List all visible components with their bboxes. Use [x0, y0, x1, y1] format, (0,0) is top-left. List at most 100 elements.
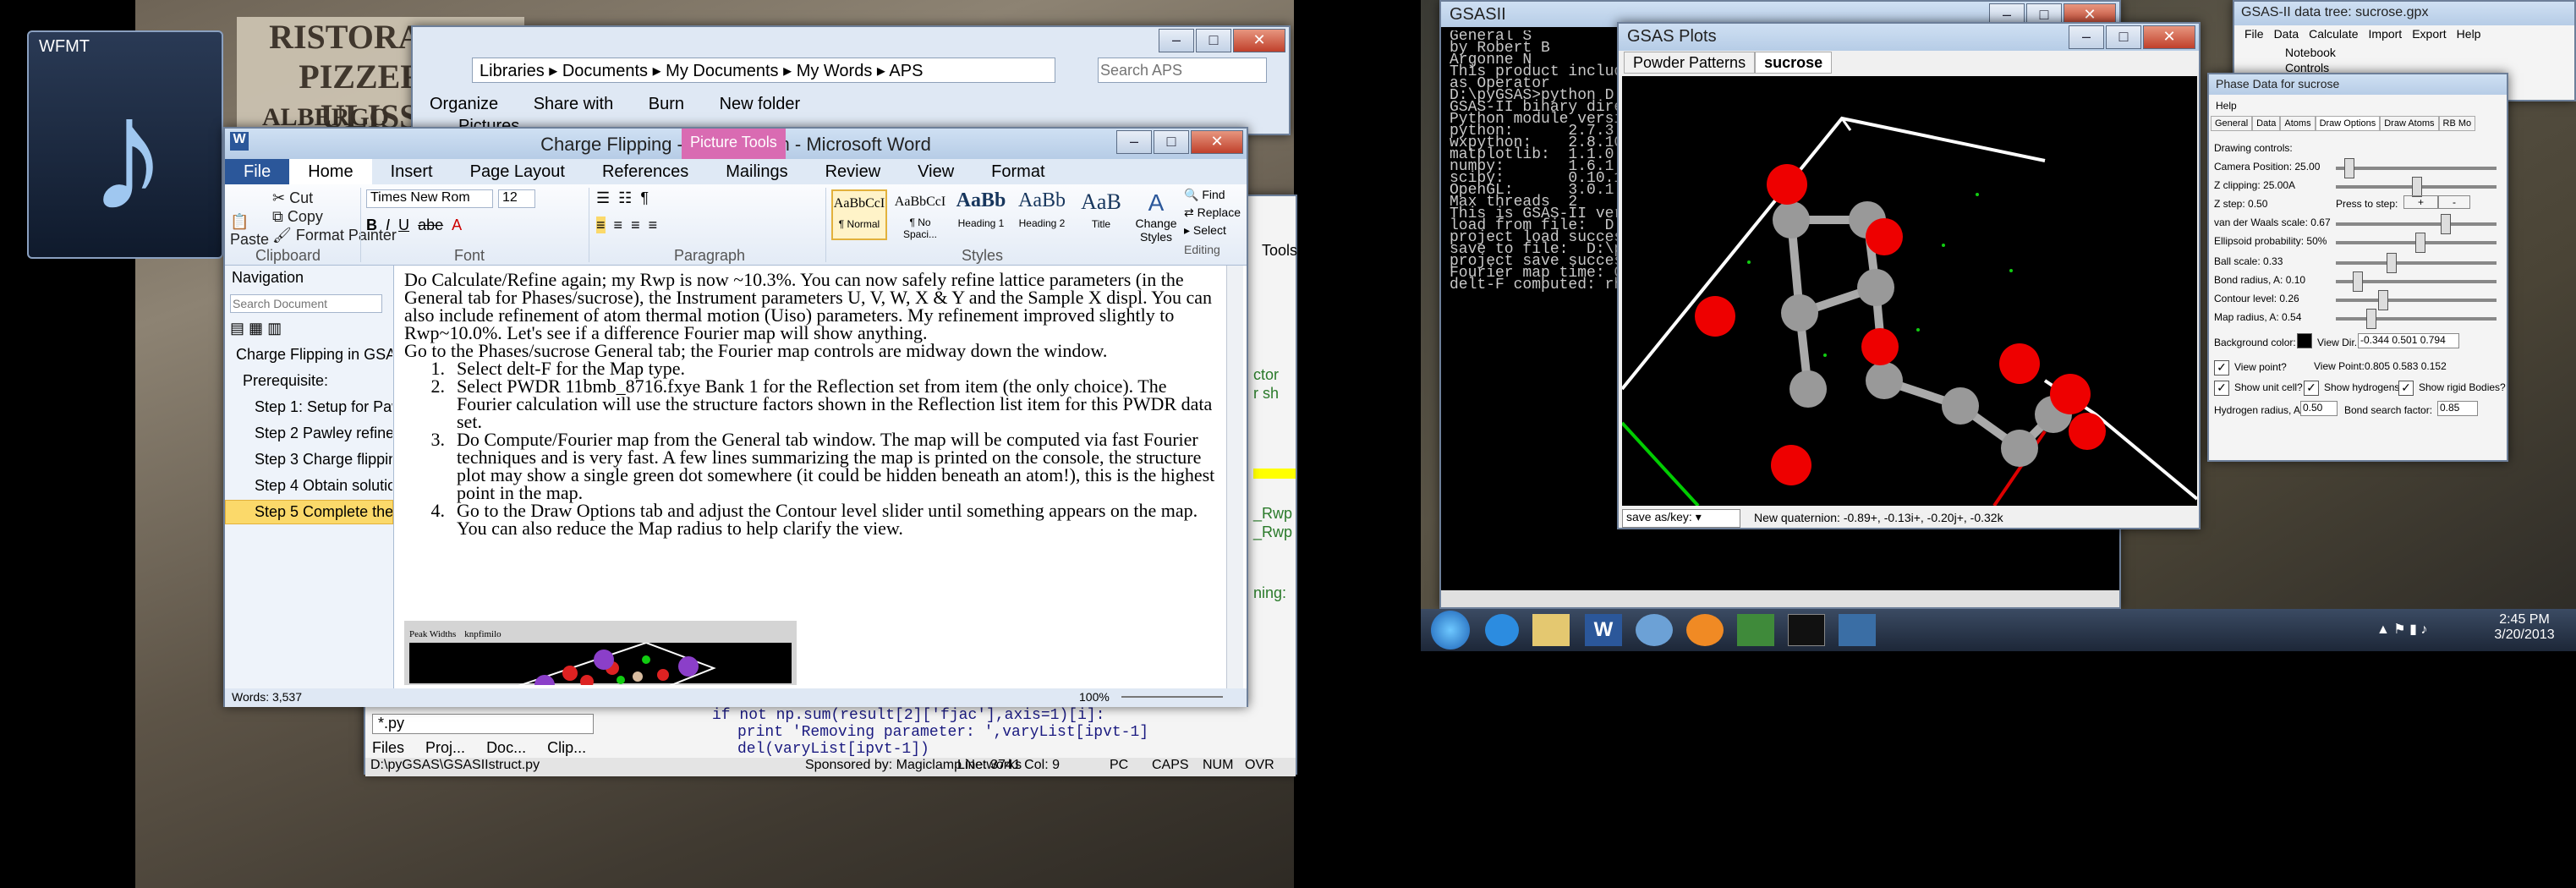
- nav-item[interactable]: Step 3 Charge flipping: [225, 447, 393, 472]
- explorer-icon[interactable]: [1532, 614, 1570, 646]
- align-right-icon[interactable]: ≡: [631, 217, 640, 233]
- slider-thumb[interactable]: [2353, 271, 2363, 292]
- tab-powder-patterns[interactable]: Powder Patterns: [1624, 52, 1756, 74]
- hydrogens-checkbox[interactable]: ✓ Show hydrogens?: [2304, 381, 2405, 396]
- font-name-select[interactable]: Times New Rom: [366, 189, 493, 208]
- tab-sucrose[interactable]: sucrose: [1755, 52, 1833, 74]
- nav-item[interactable]: Step 2 Pawley refineme...: [225, 421, 393, 446]
- breadcrumb[interactable]: Libraries ▸ Documents ▸ My Documents ▸ M…: [472, 58, 1055, 83]
- cut-button[interactable]: ✂ Cut: [272, 189, 313, 207]
- tab-references[interactable]: References: [584, 159, 707, 185]
- menu-import[interactable]: Import: [2369, 27, 2403, 41]
- zclip-slider[interactable]: [2336, 177, 2497, 197]
- ball-scale-slider[interactable]: [2336, 253, 2497, 273]
- word-window[interactable]: W Charge Flipping - sucrose.htm - Micros…: [223, 127, 1248, 707]
- tab-view[interactable]: View: [899, 159, 973, 185]
- map-radius-slider[interactable]: [2336, 309, 2497, 329]
- justify-icon[interactable]: ≡: [649, 217, 658, 233]
- datatree-titlebar[interactable]: GSAS-II data tree: sucrose.gpx: [2234, 2, 2574, 25]
- breadcrumb-documents[interactable]: Documents: [562, 62, 648, 80]
- vdw-slider[interactable]: [2336, 214, 2497, 234]
- slider-thumb[interactable]: [2415, 233, 2425, 253]
- docs-tab[interactable]: Doc...: [486, 739, 526, 756]
- navigation-search-input[interactable]: [230, 294, 382, 313]
- results-view-icon[interactable]: ▥: [267, 320, 282, 337]
- tab-review[interactable]: Review: [807, 159, 900, 185]
- style-heading-2[interactable]: AaBb Heading 2: [1014, 189, 1070, 240]
- code-area[interactable]: if not np.sum(result[2]['fjac'],axis=1)[…: [619, 707, 1211, 758]
- rigid-bodies-checkbox[interactable]: ✓ Show rigid Bodies?: [2398, 381, 2506, 396]
- bg-color-swatch[interactable]: [2297, 333, 2312, 348]
- align-center-icon[interactable]: ≡: [614, 217, 623, 233]
- nav-item-selected[interactable]: Step 5 Complete the st...: [225, 500, 393, 524]
- menu-data[interactable]: Data: [2274, 27, 2299, 41]
- step-up-button[interactable]: +: [2403, 195, 2439, 209]
- phase-help-menu[interactable]: Help: [2216, 100, 2237, 112]
- document-image[interactable]: Peak Widths knpfimilo: [404, 621, 797, 685]
- italic-icon[interactable]: I: [386, 217, 390, 233]
- hydrogen-radius-field[interactable]: 0.50: [2300, 401, 2338, 416]
- slider-thumb[interactable]: [2378, 290, 2388, 310]
- flag-icon[interactable]: ⚑: [2393, 622, 2405, 637]
- breadcrumb-my-words[interactable]: My Words: [797, 62, 873, 80]
- word-count[interactable]: Words: 3,537: [232, 690, 302, 704]
- view-point-checkbox[interactable]: ✓ View point?: [2214, 360, 2287, 375]
- zoom-slider[interactable]: [1121, 696, 1223, 698]
- view-dir-field[interactable]: -0.344 0.501 0.794: [2358, 333, 2459, 348]
- pages-view-icon[interactable]: ▦: [249, 320, 263, 337]
- slider-thumb[interactable]: [2366, 309, 2376, 329]
- menu-help[interactable]: Help: [2457, 27, 2481, 41]
- files-tab[interactable]: Files: [372, 739, 404, 756]
- tab-format[interactable]: Format: [973, 159, 1063, 185]
- slider-thumb[interactable]: [2344, 158, 2354, 178]
- thunderbird-icon[interactable]: [1636, 614, 1673, 646]
- tab-draw-atoms[interactable]: Draw Atoms: [2380, 116, 2439, 131]
- explorer-window[interactable]: – □ ✕ Libraries ▸ Documents ▸ My Documents…: [411, 25, 1291, 135]
- find-button[interactable]: 🔍 Find: [1184, 188, 1247, 202]
- tab-general[interactable]: General: [2211, 116, 2253, 131]
- network-icon[interactable]: ▮: [2409, 622, 2417, 637]
- tab-file[interactable]: File: [225, 159, 290, 185]
- tab-rb-models[interactable]: RB Mo: [2438, 116, 2476, 131]
- select-button[interactable]: ▸ Select: [1184, 223, 1247, 238]
- organize-button[interactable]: Organize: [430, 95, 498, 113]
- tab-page-layout[interactable]: Page Layout: [452, 159, 584, 185]
- tab-home[interactable]: Home: [289, 159, 372, 185]
- tab-mailings[interactable]: Mailings: [707, 159, 806, 185]
- bond-radius-slider[interactable]: [2336, 271, 2497, 292]
- paste-button[interactable]: 📋 Paste: [230, 213, 269, 249]
- ie-icon[interactable]: [1485, 614, 1519, 646]
- gsas-plots-window[interactable]: GSAS Plots – □ ✕ Powder Patterns sucrose sa…: [1617, 22, 2201, 529]
- strikethrough-icon[interactable]: abe: [418, 217, 443, 233]
- breadcrumb-my-documents[interactable]: My Documents: [666, 62, 778, 80]
- contour-slider[interactable]: [2336, 290, 2497, 310]
- burn-button[interactable]: Burn: [649, 95, 684, 113]
- menu-export[interactable]: Export: [2412, 27, 2446, 41]
- change-styles-button[interactable]: A Change Styles: [1135, 189, 1177, 244]
- breadcrumb-aps[interactable]: APS: [889, 62, 923, 80]
- clock[interactable]: 2:45 PM 3/20/2013: [2486, 612, 2562, 643]
- minimize-button[interactable]: –: [2069, 25, 2104, 49]
- volume-icon[interactable]: ♪: [2420, 622, 2427, 637]
- console-taskbar-icon[interactable]: [1788, 614, 1825, 646]
- bold-icon[interactable]: B: [366, 217, 377, 233]
- tab-draw-options[interactable]: Draw Options: [2315, 116, 2381, 131]
- step-down-button[interactable]: -: [2438, 195, 2471, 209]
- phase-window[interactable]: Phase Data for sucrose Help General Data A…: [2207, 73, 2508, 462]
- slider-thumb[interactable]: [2387, 253, 2397, 273]
- wfmt-gadget[interactable]: WFMT ♪: [27, 30, 223, 259]
- word-taskbar-icon[interactable]: W: [1585, 614, 1622, 646]
- breadcrumb-libraries[interactable]: Libraries: [480, 62, 545, 80]
- ellipsoid-slider[interactable]: [2336, 233, 2497, 253]
- tree-item[interactable]: Notebook: [2285, 46, 2336, 59]
- view-point-value[interactable]: 0.805 0.583 0.152: [2365, 360, 2447, 372]
- vertical-scrollbar[interactable]: [1226, 266, 1243, 688]
- start-button[interactable]: [1431, 611, 1470, 650]
- tab-data[interactable]: Data: [2252, 116, 2281, 131]
- project-tab[interactable]: Proj...: [425, 739, 465, 756]
- bond-factor-field[interactable]: 0.85: [2437, 401, 2478, 416]
- tab-atoms[interactable]: Atoms: [2280, 116, 2316, 131]
- media-player-icon[interactable]: [1686, 614, 1724, 646]
- app-icon[interactable]: [1737, 614, 1774, 646]
- file-filter[interactable]: *.py: [372, 714, 594, 734]
